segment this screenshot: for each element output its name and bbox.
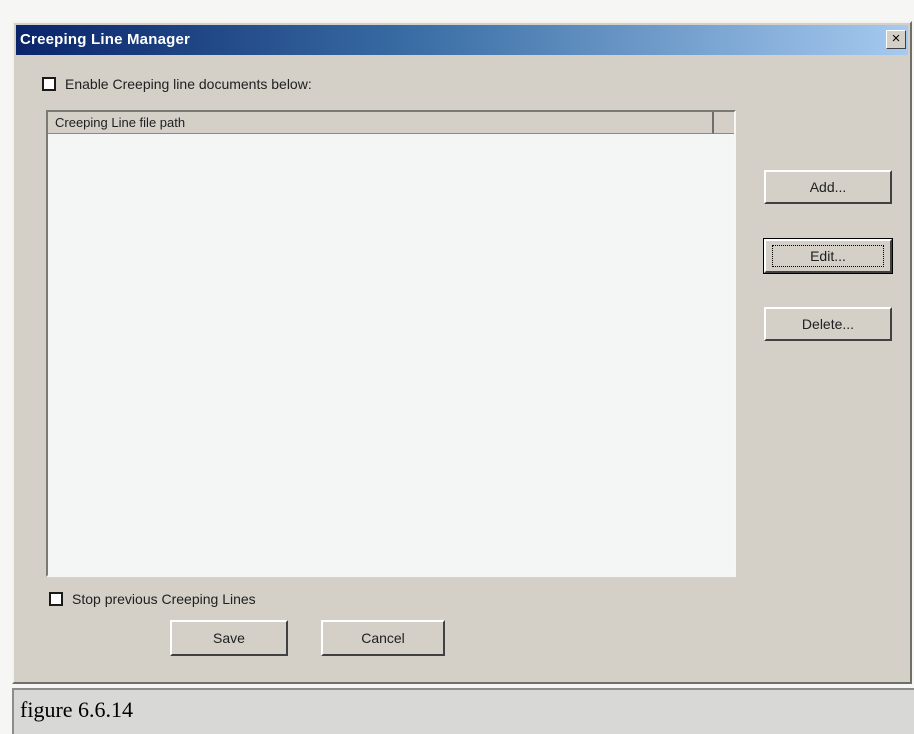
- creeping-line-file-list[interactable]: Creeping Line file path: [46, 110, 736, 577]
- enable-creeping-line-label: Enable Creeping line documents below:: [65, 76, 312, 92]
- enable-creeping-line-option[interactable]: Enable Creeping line documents below:: [42, 76, 312, 92]
- stop-previous-label: Stop previous Creeping Lines: [72, 591, 256, 607]
- stop-previous-option[interactable]: Stop previous Creeping Lines: [49, 591, 256, 607]
- column-header-file-path[interactable]: Creeping Line file path: [48, 112, 714, 134]
- column-header-filler: [714, 112, 734, 134]
- window-title: Creeping Line Manager: [20, 31, 191, 48]
- delete-button-label: Delete...: [801, 316, 855, 332]
- close-button[interactable]: ×: [886, 30, 906, 49]
- figure-caption: figure 6.6.14: [20, 697, 134, 722]
- creeping-line-manager-dialog: Creeping Line Manager × Enable Creeping …: [12, 21, 912, 684]
- add-button[interactable]: Add...: [764, 170, 892, 204]
- column-header-label: Creeping Line file path: [55, 115, 186, 130]
- edit-button-label: Edit...: [772, 245, 884, 267]
- stop-previous-checkbox[interactable]: [49, 592, 63, 606]
- delete-button[interactable]: Delete...: [764, 307, 892, 341]
- figure-caption-bar: figure 6.6.14: [12, 688, 914, 734]
- cancel-button-label: Cancel: [361, 630, 405, 646]
- save-button[interactable]: Save: [170, 620, 288, 656]
- edit-button[interactable]: Edit...: [763, 238, 893, 274]
- enable-creeping-line-checkbox[interactable]: [42, 77, 56, 91]
- add-button-label: Add...: [809, 179, 847, 195]
- title-bar[interactable]: Creeping Line Manager ×: [16, 25, 908, 55]
- cancel-button[interactable]: Cancel: [321, 620, 445, 656]
- close-icon: ×: [891, 30, 901, 47]
- save-button-label: Save: [213, 630, 245, 646]
